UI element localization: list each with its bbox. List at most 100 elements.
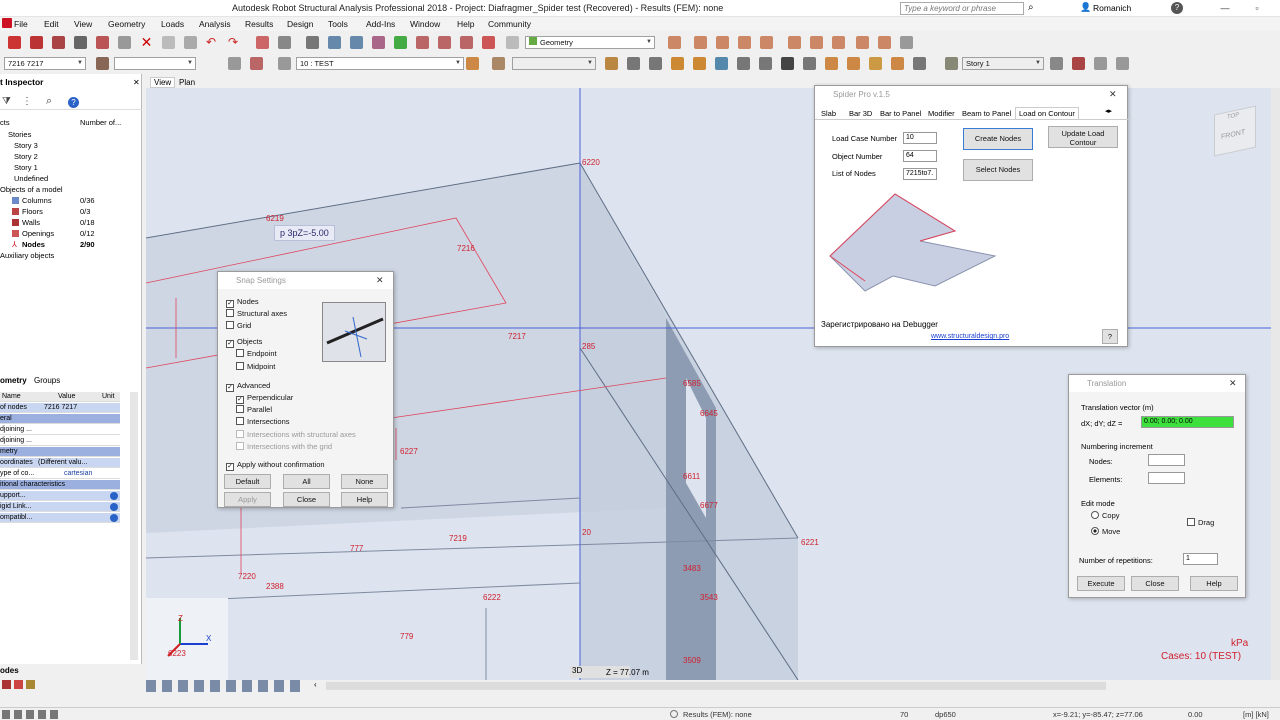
lock-icon[interactable] xyxy=(306,36,319,49)
selection-icon[interactable] xyxy=(96,57,109,70)
story-combo[interactable]: Story 1 ▼ xyxy=(962,57,1044,70)
check-nodes[interactable]: ✓ Nodes xyxy=(226,297,259,308)
update-load-contour-button[interactable]: Update Load Contour xyxy=(1048,126,1118,148)
selection-combo[interactable]: 7216 7217 ▼ xyxy=(4,57,86,70)
print-icon[interactable] xyxy=(52,36,65,49)
tree-item-objects[interactable]: Objects of a model xyxy=(0,185,63,194)
tool-icon-6[interactable] xyxy=(788,36,801,49)
menu-loads[interactable]: Loads xyxy=(161,19,184,29)
user-name[interactable]: Romanich xyxy=(1093,3,1131,13)
list-icon[interactable] xyxy=(278,36,291,49)
vertical-scrollbar[interactable] xyxy=(1271,88,1280,680)
open-icon[interactable] xyxy=(8,36,21,49)
repetitions-input[interactable]: 1 xyxy=(1183,553,1218,565)
view-cube[interactable]: TOP FRONT xyxy=(1214,105,1256,157)
tab-bar-to-panel[interactable]: Bar to Panel xyxy=(880,109,921,118)
prop-row[interactable]: igid Link... xyxy=(0,502,120,512)
model-icon-13[interactable] xyxy=(869,57,882,70)
node-label[interactable]: 6227 xyxy=(400,447,418,456)
story-icon-3[interactable] xyxy=(1072,57,1085,70)
info-icon[interactable]: ? xyxy=(68,97,79,108)
node-label[interactable]: 285 xyxy=(582,342,595,351)
close-button[interactable]: Close xyxy=(283,492,330,507)
tree-item-auxiliary[interactable]: Auxiliary objects xyxy=(0,251,54,260)
tab-slab[interactable]: Slab xyxy=(821,109,836,118)
tool-icon-5[interactable] xyxy=(760,36,773,49)
model-icon-6[interactable] xyxy=(715,57,728,70)
tree-item-stories[interactable]: Stories xyxy=(8,130,31,139)
prop-row[interactable]: of nodes 7216 7217 xyxy=(0,403,120,413)
check-midpoint[interactable]: Midpoint xyxy=(236,362,275,371)
model-icon-15[interactable] xyxy=(913,57,926,70)
tree-item-columns[interactable]: Columns xyxy=(22,196,52,205)
tool-icon-4[interactable] xyxy=(738,36,751,49)
create-nodes-button[interactable]: Create Nodes xyxy=(963,128,1033,150)
check-int-grid[interactable]: Intersections with the grid xyxy=(236,442,332,451)
menu-file[interactable]: File xyxy=(14,19,28,29)
node-label[interactable]: 2388 xyxy=(266,582,284,591)
model-icon-4[interactable] xyxy=(671,57,684,70)
menu-design[interactable]: Design xyxy=(287,19,313,29)
menu-window[interactable]: Window xyxy=(410,19,440,29)
zoom-icon[interactable] xyxy=(328,36,341,49)
view-cube-top[interactable]: TOP xyxy=(1227,112,1239,121)
story-icon[interactable] xyxy=(945,57,958,70)
node-label[interactable]: 7219 xyxy=(449,534,467,543)
execute-button[interactable]: Execute xyxy=(1077,576,1125,591)
save-icon[interactable] xyxy=(30,36,43,49)
menu-tools[interactable]: Tools xyxy=(328,19,348,29)
node-label[interactable]: 6585 xyxy=(683,379,701,388)
radio-copy[interactable]: Copy xyxy=(1091,511,1120,520)
node-label[interactable]: 7220 xyxy=(238,572,256,581)
model-icon-1[interactable] xyxy=(605,57,618,70)
help-button[interactable]: Help xyxy=(341,492,388,507)
tab-scroll-icon[interactable]: ◂▸ xyxy=(1105,107,1112,115)
node-label[interactable]: 6677 xyxy=(700,501,718,510)
node-label[interactable]: 7216 xyxy=(457,244,475,253)
load-case-combo[interactable]: 10 : TEST ▼ xyxy=(296,57,464,70)
check-grid[interactable]: Grid xyxy=(226,321,251,330)
horizontal-scrollbar[interactable] xyxy=(326,682,1106,690)
check-perpendicular[interactable]: ✓ Perpendicular xyxy=(236,393,293,404)
bottom-icon-1[interactable] xyxy=(2,680,11,689)
check-parallel[interactable]: Parallel xyxy=(236,405,272,414)
tree-item-undefined[interactable]: Undefined xyxy=(14,174,48,183)
check-objects[interactable]: ✓ Objects xyxy=(226,337,262,348)
tool-icon-2[interactable] xyxy=(694,36,707,49)
status-icons[interactable] xyxy=(2,710,62,719)
model-icon-14[interactable] xyxy=(891,57,904,70)
node-label[interactable]: 3509 xyxy=(683,656,701,665)
tool-icon-3[interactable] xyxy=(716,36,729,49)
tab-groups[interactable]: Groups xyxy=(34,376,60,385)
model-icon-7[interactable] xyxy=(737,57,750,70)
story-icon-5[interactable] xyxy=(1116,57,1129,70)
tree-item-nodes[interactable]: Nodes xyxy=(22,240,45,249)
tool-icon-9[interactable] xyxy=(856,36,869,49)
delete-icon[interactable]: ✕ xyxy=(140,35,153,49)
prop-row[interactable]: djoining ... xyxy=(0,436,120,446)
node-label[interactable]: 20 xyxy=(582,528,591,537)
menu-community[interactable]: Community xyxy=(488,19,531,29)
redo-icon[interactable]: ↷ xyxy=(228,36,241,49)
prop-row[interactable]: eral xyxy=(0,414,120,424)
filter-icon[interactable]: ⧩ xyxy=(2,96,11,107)
zoom-window-icon[interactable] xyxy=(350,36,363,49)
tool-icon-7[interactable] xyxy=(810,36,823,49)
axis-icon[interactable] xyxy=(394,36,407,49)
settings-icon[interactable] xyxy=(482,36,495,49)
check-endpoint[interactable]: Endpoint xyxy=(236,349,277,358)
select-nodes-button[interactable]: Select Nodes xyxy=(963,159,1033,181)
story-icon-2[interactable] xyxy=(1050,57,1063,70)
paste-icon[interactable] xyxy=(184,36,197,49)
story-icon-4[interactable] xyxy=(1094,57,1107,70)
view-toolbar-icons[interactable] xyxy=(146,680,306,692)
tab-load-on-contour[interactable]: Load on Contour xyxy=(1015,107,1079,119)
tab-modifier[interactable]: Modifier xyxy=(928,109,955,118)
case-icon-2[interactable] xyxy=(492,57,505,70)
prop-row[interactable]: ype of co... cartesian xyxy=(0,469,120,479)
help-search-input[interactable]: Type a keyword or phrase xyxy=(900,2,1024,15)
menu-edit[interactable]: Edit xyxy=(44,19,59,29)
pan-icon[interactable] xyxy=(372,36,385,49)
translation-help-button[interactable]: Help xyxy=(1190,576,1238,591)
check-structural-axes[interactable]: Structural axes xyxy=(226,309,287,318)
